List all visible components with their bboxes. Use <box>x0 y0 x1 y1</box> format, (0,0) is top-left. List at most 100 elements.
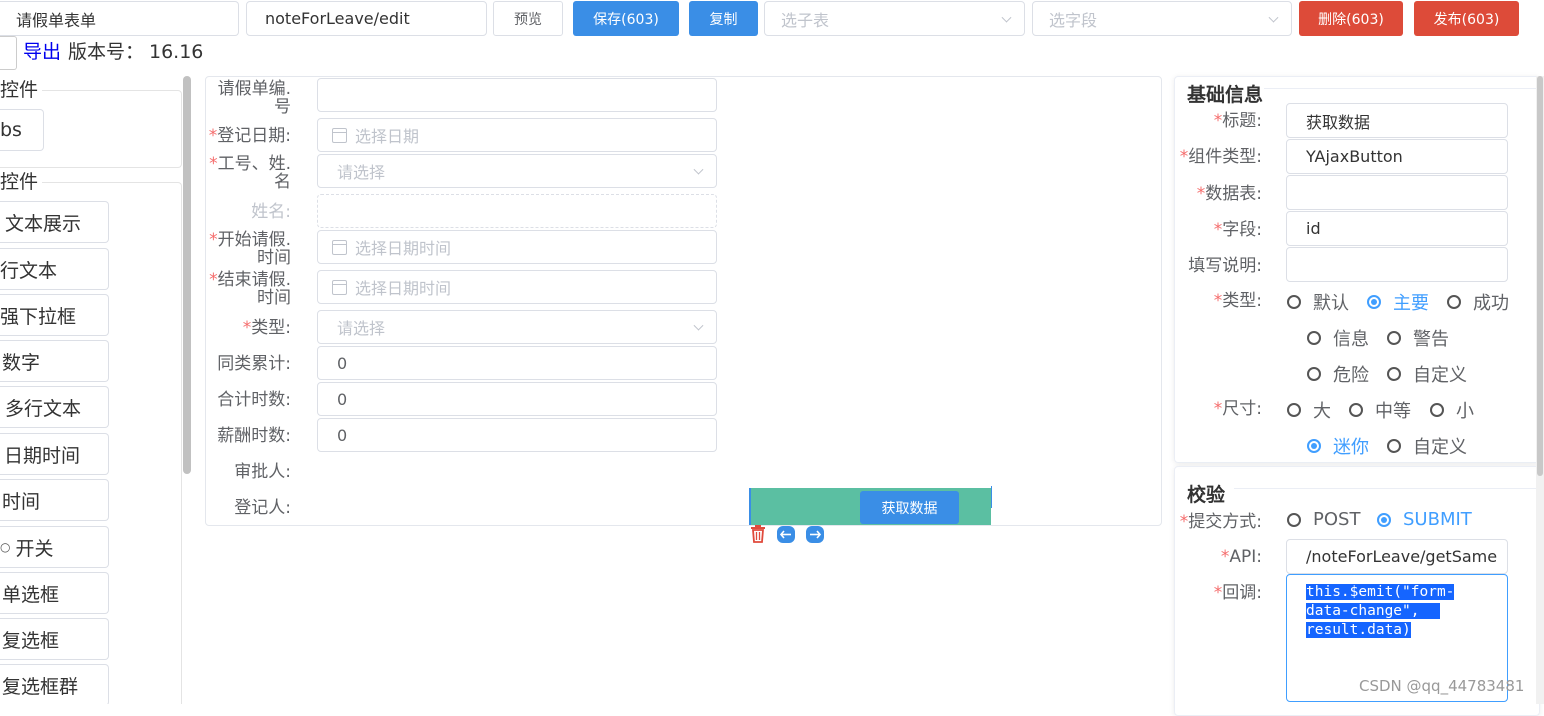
prop-title-input[interactable]: 获取数据 <box>1286 103 1508 138</box>
field-label-pay-hours: 薪酬时数: <box>217 426 291 446</box>
size-radio-custom[interactable]: 自定义 <box>1387 433 1467 459</box>
form-name-input[interactable]: 请假单表单 <box>0 1 239 36</box>
employee-select[interactable]: 请选择 <box>317 154 717 188</box>
sidebar-item-label: 复选框群 <box>2 675 79 698</box>
pay-hours-input[interactable]: 0 <box>317 418 717 452</box>
subtable-select[interactable]: 选子表 <box>764 1 1025 36</box>
sidebar-item[interactable]: 强下拉框 <box>0 294 109 336</box>
sidebar: 控件 bs 控件 文本展示 行文本 强下拉框 数字 多行文本 日期时间 时间 ○… <box>0 76 192 704</box>
sidebar-item[interactable]: 复选框群 <box>0 664 109 704</box>
prop-label-type: *类型: <box>1213 291 1262 311</box>
prop-label-api: *API: <box>1220 547 1262 567</box>
field-select[interactable]: 选字段 <box>1032 1 1292 36</box>
delete-button[interactable]: 删除(603) <box>1299 1 1403 36</box>
sidebar-item[interactable]: 文本展示 <box>0 201 109 243</box>
radio-icon <box>1287 295 1301 309</box>
prop-desc-input[interactable] <box>1286 247 1508 282</box>
size-radio-mini[interactable]: 迷你 <box>1307 433 1369 459</box>
export-link[interactable]: 导出 <box>23 41 61 63</box>
submit-radio-submit[interactable]: SUBMIT <box>1377 509 1472 530</box>
same-total-input[interactable]: 0 <box>317 346 717 380</box>
type-radio-default[interactable]: 默认 <box>1287 289 1349 315</box>
sidebar-item-label: 单选框 <box>2 583 60 606</box>
subtable-placeholder: 选子表 <box>781 10 830 30</box>
radio-checked-icon <box>1367 295 1381 309</box>
version-label: 版本号： <box>68 41 145 63</box>
sidebar-item[interactable]: 时间 <box>0 479 109 521</box>
radio-icon <box>1349 403 1363 417</box>
radio-icon <box>1447 295 1461 309</box>
field-label-name: 姓名: <box>251 202 291 222</box>
total-hours-input[interactable]: 0 <box>317 382 717 416</box>
sidebar-item-label: 文本展示 <box>5 212 82 235</box>
chevron-down-icon <box>693 320 704 331</box>
page-scrollbar[interactable] <box>1537 76 1543 476</box>
prop-label-submit: *提交方式: <box>1179 512 1262 532</box>
field-label-register-date: *登记日期: <box>208 126 291 146</box>
radio-icon <box>1430 403 1444 417</box>
prop-api-input[interactable]: /noteForLeave/getSame <box>1286 539 1508 574</box>
save-button[interactable]: 保存(603) <box>573 1 679 36</box>
leave-no-input[interactable] <box>317 78 717 112</box>
calendar-icon <box>332 239 347 255</box>
prop-label-size: *尺寸: <box>1213 399 1262 419</box>
type-radio-primary[interactable]: 主要 <box>1367 289 1429 315</box>
prop-label-title: *标题: <box>1213 111 1262 131</box>
prop-component-input[interactable]: YAjaxButton <box>1286 139 1508 174</box>
callback-line: this.$emit("form- <box>1306 584 1455 600</box>
sidebar-item-label: 行文本 <box>0 259 58 282</box>
submit-radio-post[interactable]: POST <box>1287 509 1360 530</box>
field-placeholder: 选字段 <box>1049 10 1098 30</box>
register-date-picker[interactable]: 选择日期 <box>317 118 717 152</box>
prop-table-input[interactable] <box>1286 175 1508 210</box>
import-box[interactable] <box>0 36 17 70</box>
copy-button[interactable]: 复制 <box>689 1 758 36</box>
size-radio-small[interactable]: 小 <box>1430 397 1474 423</box>
field-label-employee: *工号、姓. 名 <box>209 154 291 192</box>
ajax-button[interactable]: 获取数据 <box>860 491 959 524</box>
delete-component-icon[interactable] <box>750 525 766 543</box>
sidebar-item[interactable]: 复选框 <box>0 618 109 660</box>
sidebar-scrollbar[interactable] <box>183 76 191 474</box>
type-radio-warning[interactable]: 警告 <box>1387 325 1449 351</box>
type-radio-success[interactable]: 成功 <box>1447 289 1509 315</box>
sidebar-item[interactable]: 单选框 <box>0 572 109 614</box>
sidebar-item-label: 开关 <box>15 537 54 560</box>
sidebar-item[interactable]: 行文本 <box>0 248 109 290</box>
move-left-icon[interactable] <box>777 526 795 543</box>
sidebar-item[interactable]: 日期时间 <box>0 433 109 475</box>
radio-icon <box>1307 367 1321 381</box>
end-time-picker[interactable]: 选择日期时间 <box>317 270 717 304</box>
validate-divider <box>1234 488 1538 489</box>
sidebar-item-tabs[interactable]: bs <box>0 109 44 151</box>
type-select[interactable]: 请选择 <box>317 310 717 344</box>
calendar-icon <box>332 127 347 143</box>
basic-info-title: 基础信息 <box>1187 84 1264 106</box>
start-time-picker[interactable]: 选择日期时间 <box>317 230 717 264</box>
field-label-same-total: 同类累计: <box>217 354 291 374</box>
preview-button[interactable]: 预览 <box>493 1 563 36</box>
publish-button[interactable]: 发布(603) <box>1414 1 1519 36</box>
field-label-total-hours: 合计时数: <box>217 390 291 410</box>
props-divider <box>1264 88 1538 89</box>
sidebar-item[interactable]: ○ 开关 <box>0 526 109 568</box>
version-value: 16.16 <box>149 41 204 63</box>
type-radio-danger[interactable]: 危险 <box>1307 361 1369 387</box>
radio-icon <box>1307 331 1321 345</box>
prop-label-field: *字段: <box>1213 220 1262 240</box>
field-label-start-time: *开始请假. 时间 <box>209 230 291 268</box>
prop-field-input[interactable]: id <box>1286 211 1508 246</box>
size-radio-large[interactable]: 大 <box>1287 397 1331 423</box>
sidebar-item[interactable]: 数字 <box>0 340 109 382</box>
size-radio-medium[interactable]: 中等 <box>1349 397 1411 423</box>
name-input-disabled <box>317 194 717 228</box>
sidebar-item-label: 多行文本 <box>5 397 82 420</box>
type-radio-info[interactable]: 信息 <box>1307 325 1369 351</box>
sidebar-item[interactable]: 多行文本 <box>0 386 109 428</box>
type-radio-custom[interactable]: 自定义 <box>1387 361 1467 387</box>
radio-icon <box>1387 439 1401 453</box>
route-input[interactable]: noteForLeave/edit <box>246 1 487 36</box>
move-right-icon[interactable] <box>806 526 824 543</box>
sidebar-item-label: 日期时间 <box>4 444 81 467</box>
radio-checked-icon <box>1307 439 1321 453</box>
